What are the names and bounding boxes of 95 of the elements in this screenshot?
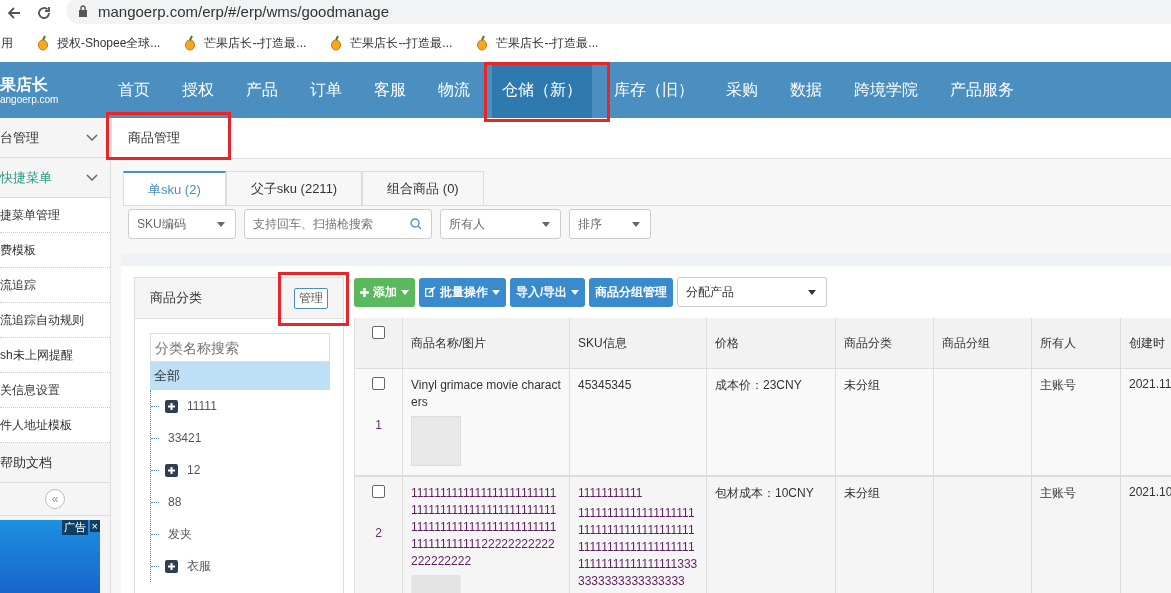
tree-item[interactable]: 发夹 xyxy=(165,524,195,544)
nav-item[interactable]: 首页 xyxy=(102,62,166,118)
ad-banner[interactable]: 广告 × xyxy=(0,520,100,593)
owner-text: 主账号 xyxy=(1040,486,1076,500)
column-header: 创建时 xyxy=(1128,334,1166,352)
column-header: 商品分组 xyxy=(934,318,1032,368)
tree-item[interactable]: 全部 xyxy=(150,362,330,390)
sku-text: 11111111111 xyxy=(578,485,644,502)
toolbar-button[interactable]: 批量操作 xyxy=(419,277,506,307)
column-header: SKU信息 xyxy=(570,318,707,368)
sort-select[interactable]: 排序 xyxy=(569,209,651,239)
tree-item[interactable]: 12 xyxy=(184,462,204,478)
edit-icon xyxy=(425,287,436,297)
tree-item[interactable]: 衣服 xyxy=(184,556,214,576)
back-icon[interactable] xyxy=(6,5,22,21)
url-text: mangoerp.com/erp/#/erp/wms/goodmanage xyxy=(98,2,389,20)
manage-button[interactable]: 管理 xyxy=(294,287,328,309)
sidebar-item[interactable]: 流追踪 xyxy=(0,268,110,303)
row-checkbox[interactable] xyxy=(372,377,385,390)
nav-item[interactable]: 仓储（新） xyxy=(492,62,592,118)
sidebar-item[interactable]: 捷菜单管理 xyxy=(0,198,110,233)
owner-text: 主账号 xyxy=(1040,378,1076,392)
chevron-down-icon xyxy=(86,133,98,142)
mango-icon xyxy=(184,35,197,51)
tree-item[interactable]: 33421 xyxy=(165,430,205,446)
nav-item[interactable]: 产品 xyxy=(230,62,294,118)
product-name: 11111111111111111111111111111111111111111111111111111111111111111111111111111111111111122222222222222222222 xyxy=(411,485,558,570)
bookmark[interactable]: 芒果店长--打造最... xyxy=(184,34,307,52)
sidebar-item[interactable]: 件人地址模板 xyxy=(0,408,110,443)
tree-item[interactable]: 11111 xyxy=(184,398,220,414)
date-text: 2021.11 xyxy=(1129,377,1171,391)
tab[interactable]: 组合商品 (0) xyxy=(362,171,484,205)
nav-item[interactable]: 库存（旧） xyxy=(598,62,710,118)
sidebar-item[interactable]: 流追踪自动规则 xyxy=(0,303,110,338)
nav-item[interactable]: 产品服务 xyxy=(934,62,1030,118)
row-checkbox[interactable] xyxy=(372,485,385,498)
address-bar[interactable]: mangoerp.com/erp/#/erp/wms/goodmanage xyxy=(66,0,1171,24)
bookmark[interactable]: 授权-Shopee全球... xyxy=(37,34,161,52)
sidebar-item[interactable]: 费模板 xyxy=(0,233,110,268)
toolbar-button[interactable]: 导入/导出 xyxy=(510,277,586,307)
column-header: 商品分类 xyxy=(836,318,934,368)
close-button[interactable]: × xyxy=(89,520,100,532)
search-icon xyxy=(410,218,422,230)
column-header: 商品名称/图片 xyxy=(403,318,570,368)
date-text: 2021.10 xyxy=(1129,485,1171,499)
select-all-checkbox[interactable] xyxy=(372,326,385,339)
row-number: 2 xyxy=(375,526,382,540)
sidebar-item[interactable]: sh未上网提醒 xyxy=(0,338,110,373)
nav-item[interactable]: 客服 xyxy=(358,62,422,118)
nav-item[interactable]: 数据 xyxy=(774,62,838,118)
expand-plus-icon[interactable] xyxy=(165,399,178,413)
column-header: 所有人 xyxy=(1032,318,1121,368)
tab[interactable]: 单sku (2) xyxy=(123,171,226,205)
plus-icon xyxy=(360,287,369,297)
category-search-field[interactable]: 分类名称搜索 xyxy=(150,333,330,362)
category-text: 未分组 xyxy=(844,378,880,392)
bookmark[interactable]: 芒果店长--打造最... xyxy=(476,34,599,52)
mango-icon xyxy=(330,35,343,51)
sku-select[interactable]: SKU编码 xyxy=(128,209,236,239)
product-name: Vinyl grimace movie characters xyxy=(411,377,561,411)
logo[interactable]: 果店长 angoerp.com xyxy=(0,62,102,118)
nav-item[interactable]: 订单 xyxy=(294,62,358,118)
nav-item[interactable]: 采购 xyxy=(710,62,774,118)
mango-icon xyxy=(476,35,489,51)
tree-item[interactable]: 88 xyxy=(165,494,185,510)
sku-text: 45345345 xyxy=(578,377,633,394)
ad-label: 广告 xyxy=(62,520,88,535)
lock-icon xyxy=(78,5,88,17)
sidebar-section[interactable]: 台管理 xyxy=(0,118,110,158)
expand-plus-icon[interactable] xyxy=(165,463,178,477)
photo-placeholder xyxy=(411,416,461,466)
nav-item[interactable]: 跨境学院 xyxy=(838,62,934,118)
column-header: 价格 xyxy=(707,318,836,368)
tab[interactable]: 父子sku (2211) xyxy=(225,171,363,205)
sku-text: 111111111111111111111111111111111111111111111111111111111111111111111111111113333333333333333333 xyxy=(578,505,698,590)
sidebar-section[interactable]: 帮助文档 xyxy=(0,443,110,483)
price-text: 成本价：23CNY xyxy=(715,378,802,392)
reload-icon[interactable] xyxy=(36,5,52,21)
bookmark[interactable]: 芒果店长--打造最... xyxy=(330,34,453,52)
chevron-down-icon xyxy=(86,173,98,182)
nav-item[interactable]: 物流 xyxy=(422,62,486,118)
assign-select[interactable]: 分配产品 xyxy=(677,277,828,307)
category-text: 未分组 xyxy=(844,486,880,500)
search-field[interactable]: 支持回车、扫描枪搜索 xyxy=(244,209,432,239)
price-text: 包材成本：10CNY xyxy=(715,486,814,500)
highlight-frame xyxy=(278,272,349,326)
panel-title: 商品分类 xyxy=(150,289,202,307)
owner-select[interactable]: 所有人 xyxy=(440,209,561,239)
sidebar-item[interactable]: 关信息设置 xyxy=(0,373,110,408)
expand-plus-icon[interactable] xyxy=(165,559,178,573)
toolbar-button[interactable]: 商品分组管理 xyxy=(589,277,674,307)
nav-item[interactable]: 授权 xyxy=(166,62,230,118)
bookmark[interactable]: 用 xyxy=(1,34,13,52)
mango-icon xyxy=(37,35,49,51)
row-number: 1 xyxy=(375,418,382,432)
